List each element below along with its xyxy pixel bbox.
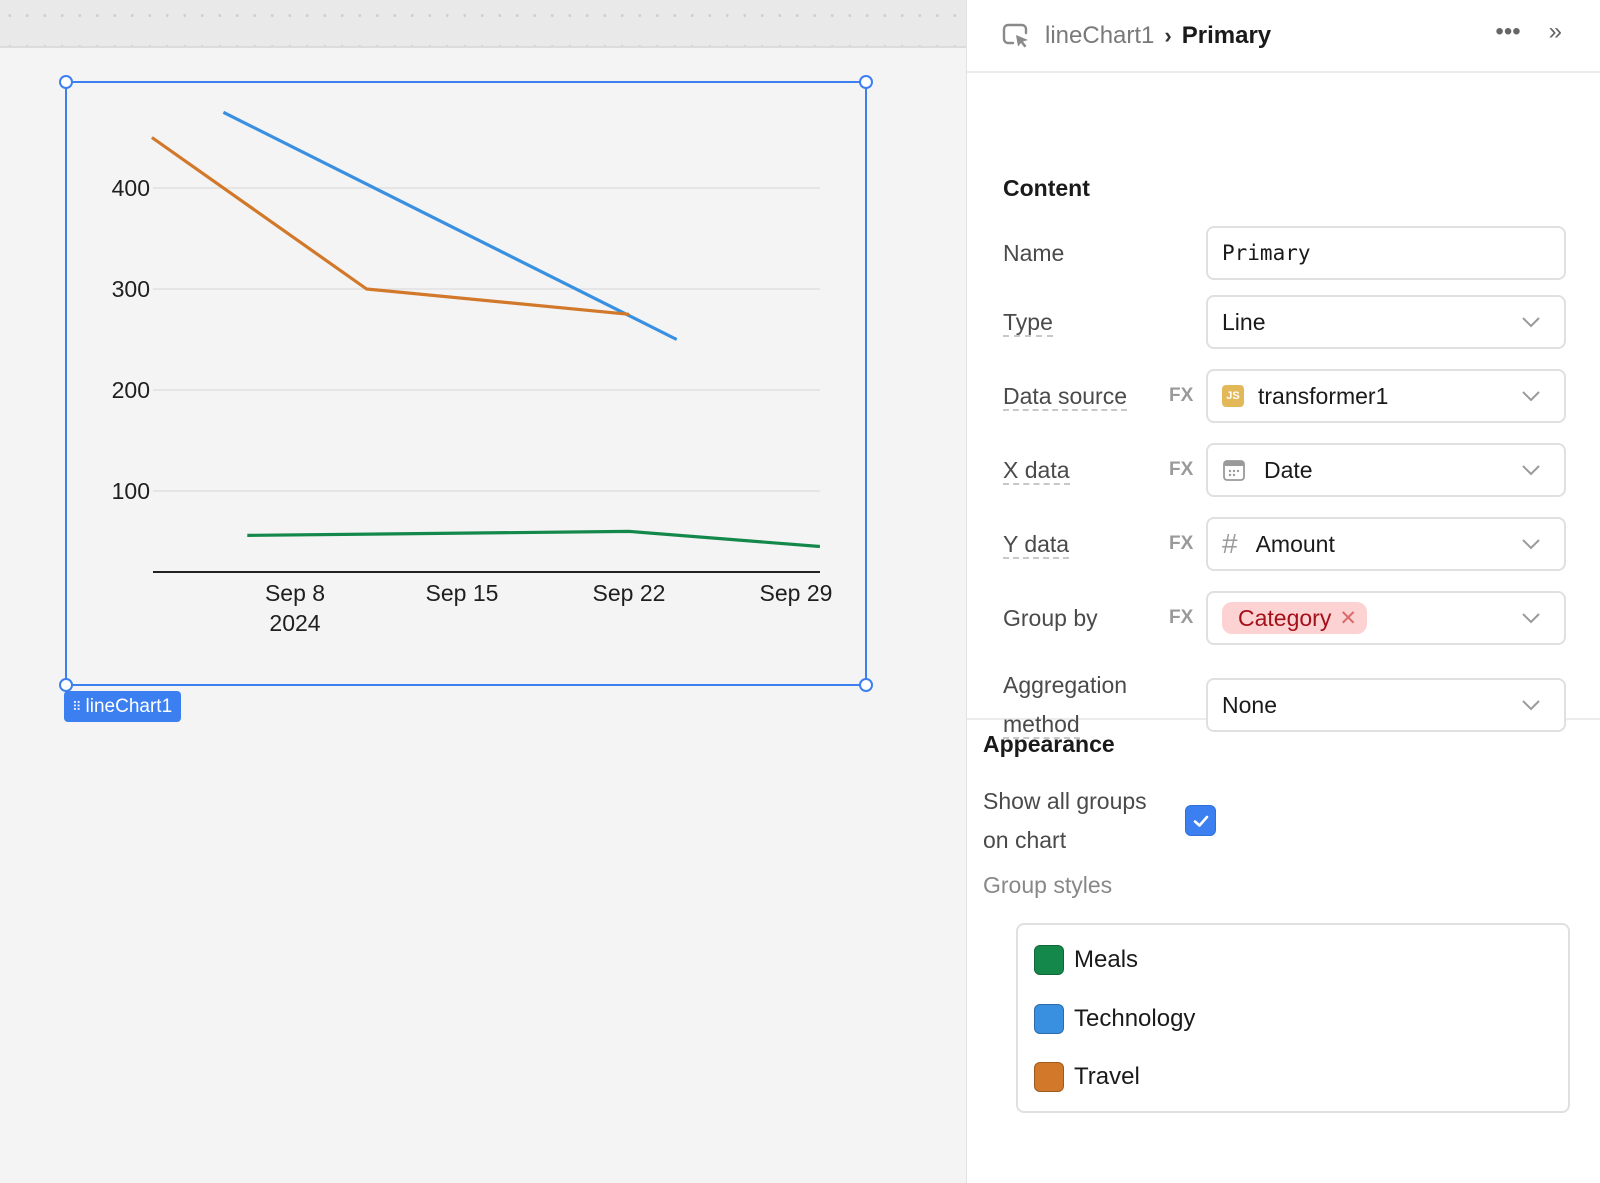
y-data-value: Amount	[1255, 530, 1335, 557]
color-swatch[interactable]	[1034, 1062, 1064, 1092]
drag-grip-icon[interactable]: ⠿	[72, 691, 81, 722]
resize-handle-top-right[interactable]	[859, 75, 873, 89]
group-styles-list: Meals Technology Travel	[1016, 923, 1570, 1113]
breadcrumb-separator: ›	[1164, 22, 1172, 48]
javascript-icon: JS	[1222, 385, 1244, 407]
appearance-section-title: Appearance	[983, 731, 1115, 757]
chevron-down-icon	[1522, 613, 1540, 624]
color-swatch[interactable]	[1034, 1004, 1064, 1034]
calendar-icon	[1223, 460, 1245, 481]
x-data-value: Date	[1264, 456, 1313, 483]
number-hash-icon: #	[1222, 528, 1238, 559]
aggregation-value: None	[1222, 691, 1277, 718]
resize-handle-top-left[interactable]	[59, 75, 73, 89]
group-style-name: Meals	[1074, 946, 1139, 973]
group-by-label: Group by	[1003, 604, 1098, 631]
show-all-groups-label: Show all groups on chart	[983, 788, 1147, 853]
type-row: Type Line	[1003, 295, 1566, 349]
resize-handle-bottom-right[interactable]	[859, 678, 873, 692]
content-section: Content Name Primary Type Line Data sour…	[967, 73, 1600, 739]
canvas[interactable]: 100 200 300 400 Sep 8 2024 Sep 15 Sep 22 Sep 29…	[0, 0, 966, 1183]
x-data-select[interactable]: Date	[1206, 443, 1566, 497]
fx-toggle-y-data[interactable]: FX	[1169, 533, 1207, 555]
cursor-select-icon	[1002, 23, 1028, 47]
remove-tag-icon[interactable]: ✕	[1339, 606, 1357, 631]
color-swatch[interactable]	[1034, 945, 1064, 975]
x-data-label: X data	[1003, 456, 1070, 485]
more-options-icon[interactable]: •••	[1495, 18, 1520, 46]
group-style-name: Technology	[1074, 1005, 1196, 1032]
content-section-title: Content	[1003, 175, 1090, 201]
y-data-row: Y data FX # Amount	[1003, 517, 1566, 571]
aggregation-select[interactable]: None	[1206, 678, 1566, 732]
checkmark-icon	[1193, 815, 1208, 827]
chevron-down-icon	[1522, 700, 1540, 711]
name-row: Name Primary	[1003, 226, 1566, 280]
group-by-select[interactable]: Category ✕	[1206, 591, 1566, 645]
fx-toggle-group-by[interactable]: FX	[1169, 607, 1207, 629]
name-input-value: Primary	[1222, 241, 1311, 265]
component-badge-label: lineChart1	[85, 696, 173, 717]
chevron-down-icon	[1522, 391, 1540, 402]
show-all-groups-checkbox[interactable]	[1185, 805, 1216, 836]
name-label: Name	[1003, 239, 1065, 266]
type-label: Type	[1003, 308, 1053, 337]
chevron-down-icon	[1522, 465, 1540, 476]
type-select-value: Line	[1222, 308, 1266, 335]
group-styles-label: Group styles	[983, 872, 1113, 898]
breadcrumb-current: Primary	[1181, 21, 1272, 49]
group-by-row: Group by FX Category ✕	[1003, 591, 1566, 645]
group-by-tag-label: Category	[1238, 604, 1332, 631]
panel-header: lineChart1 › Primary ••• »	[967, 0, 1600, 73]
group-style-item[interactable]: Meals	[1034, 944, 1138, 976]
data-source-select[interactable]: JS transformer1	[1206, 369, 1566, 423]
x-data-row: X data FX Date	[1003, 443, 1566, 497]
y-data-label: Y data	[1003, 530, 1070, 559]
group-style-item[interactable]: Technology	[1034, 1003, 1195, 1035]
component-badge[interactable]: ⠿ lineChart1	[64, 691, 182, 722]
type-select[interactable]: Line	[1206, 295, 1566, 349]
chart-selection-frame[interactable]	[59, 75, 873, 692]
breadcrumb-parent[interactable]: lineChart1	[1045, 22, 1154, 50]
name-input[interactable]: Primary	[1206, 226, 1566, 280]
group-by-tag: Category ✕	[1222, 602, 1367, 634]
data-source-row: Data source FX JS transformer1	[1003, 369, 1566, 423]
chevron-down-icon	[1522, 539, 1540, 550]
chevron-down-icon	[1522, 317, 1540, 328]
group-style-name: Travel	[1074, 1063, 1140, 1090]
data-source-value: transformer1	[1258, 382, 1389, 409]
fx-toggle-data-source[interactable]: FX	[1169, 385, 1207, 407]
resize-handle-bottom-left[interactable]	[59, 678, 73, 692]
collapse-panel-icon[interactable]: »	[1549, 18, 1562, 46]
fx-toggle-x-data[interactable]: FX	[1169, 459, 1207, 481]
y-data-select[interactable]: # Amount	[1206, 517, 1566, 571]
group-style-item[interactable]: Travel	[1034, 1061, 1140, 1093]
data-source-label: Data source	[1003, 382, 1128, 411]
